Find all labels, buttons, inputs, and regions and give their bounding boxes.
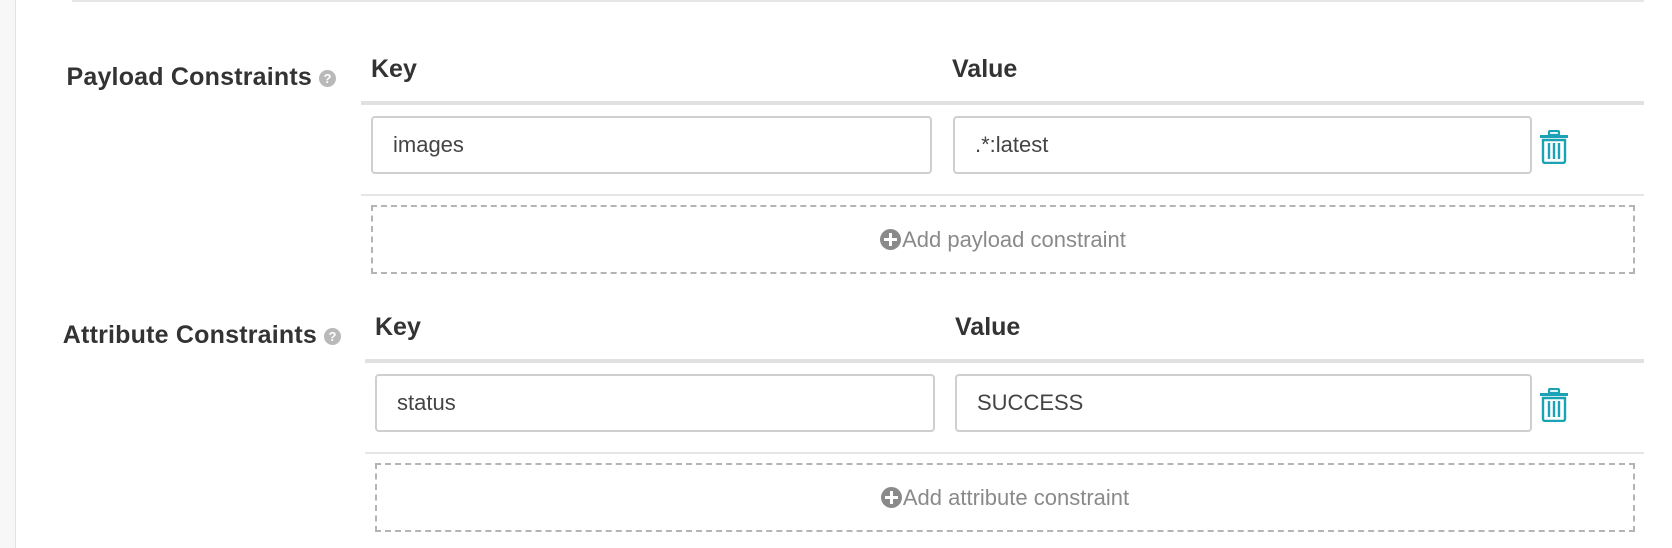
add-button-label: Add payload constraint xyxy=(902,226,1126,252)
key-column-header: Key xyxy=(375,313,421,341)
payload-key-input[interactable] xyxy=(371,116,932,174)
add-payload-constraint-button[interactable]: Add payload constraint xyxy=(371,205,1635,274)
attribute-constraints-label: Attribute Constraints ? xyxy=(63,321,341,350)
divider xyxy=(72,0,1644,2)
trash-icon[interactable] xyxy=(1539,388,1569,422)
payload-value-input[interactable] xyxy=(953,116,1532,174)
row-divider xyxy=(361,194,1644,196)
question-circle-icon[interactable]: ? xyxy=(319,70,336,87)
header-divider xyxy=(365,359,1644,363)
key-column-header: Key xyxy=(371,55,417,83)
attribute-value-input[interactable] xyxy=(955,374,1532,432)
header-divider xyxy=(361,101,1644,105)
add-button-label: Add attribute constraint xyxy=(902,484,1130,510)
section-label-text: Payload Constraints xyxy=(66,63,312,91)
plus-circle-icon xyxy=(880,487,902,508)
value-column-header: Value xyxy=(952,55,1018,83)
question-circle-icon[interactable]: ? xyxy=(324,328,341,345)
payload-constraints-label: Payload Constraints ? xyxy=(66,63,336,92)
section-label-text: Attribute Constraints xyxy=(62,321,317,349)
constraints-panel: Payload Constraints ? Key Value Add payl… xyxy=(15,0,1672,548)
attribute-key-input[interactable] xyxy=(375,374,935,432)
add-attribute-constraint-button[interactable]: Add attribute constraint xyxy=(375,463,1635,532)
value-column-header: Value xyxy=(955,313,1021,341)
row-divider xyxy=(365,452,1644,454)
trash-icon[interactable] xyxy=(1539,130,1569,164)
plus-circle-icon xyxy=(880,229,902,250)
